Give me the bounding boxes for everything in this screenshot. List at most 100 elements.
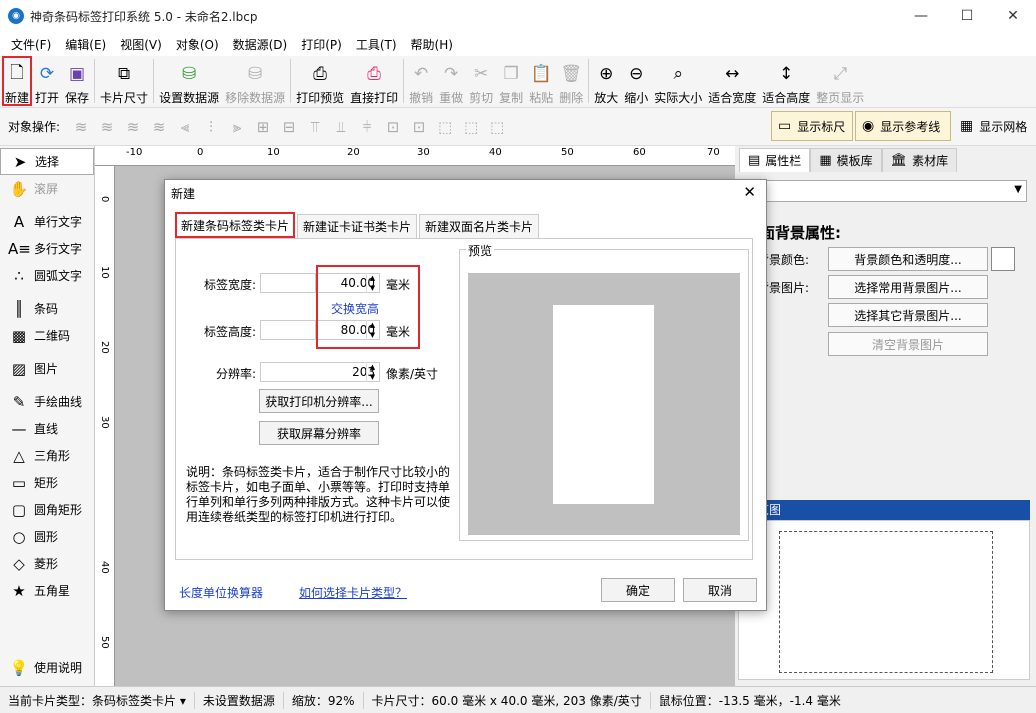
menu-datasource[interactable]: 数据源(D) <box>226 36 295 53</box>
same-height-icon[interactable]: ⊡ <box>406 114 432 140</box>
print-preview-button[interactable]: ⎙ 打印预览 <box>293 56 347 106</box>
common-bg-image-button[interactable]: 选择常用背景图片... <box>828 275 988 299</box>
unit-converter-link[interactable]: 长度单位换算器 <box>179 584 263 601</box>
tool-circle[interactable]: ○ 圆形 <box>0 523 94 550</box>
magnifier-icon: ⌕ <box>673 64 684 84</box>
menu-print[interactable]: 打印(P) <box>294 36 349 53</box>
delete-button[interactable]: 🗑 删除 <box>556 56 586 106</box>
menu-edit[interactable]: 编辑(E) <box>58 36 113 53</box>
grid-icon: ▦ <box>960 118 974 134</box>
same-width-icon[interactable]: ⊡ <box>380 114 406 140</box>
zoom-out-button[interactable]: ⊖ 缩小 <box>621 56 651 106</box>
align-middle-icon[interactable]: ⫫ <box>328 114 354 140</box>
card-type-status[interactable]: 当前卡片类型：条码标签类卡片 ▾ <box>0 691 195 709</box>
tool-arc-text[interactable]: ∴ 圆弧文字 <box>0 262 94 289</box>
fit-page-button[interactable]: ⤢ 整页显示 <box>813 56 867 106</box>
distribute-v-icon[interactable]: ⊟ <box>276 114 302 140</box>
show-ruler-toggle[interactable]: ▭ 显示标尺 <box>771 111 853 141</box>
tool-freehand[interactable]: ✎ 手绘曲线 <box>0 388 94 415</box>
maximize-button[interactable]: ☐ <box>944 0 990 32</box>
tool-rectangle[interactable]: ▭ 矩形 <box>0 469 94 496</box>
set-datasource-button[interactable]: ⛁ 设置数据源 <box>156 56 222 106</box>
layer-up-icon[interactable]: ≋ <box>68 114 94 140</box>
tool-select[interactable]: ➤ 选择 <box>0 148 94 175</box>
copy-button[interactable]: ❐ 复制 <box>496 56 526 106</box>
ok-button[interactable]: 确定 <box>601 578 675 602</box>
menu-view[interactable]: 视图(V) <box>113 36 169 53</box>
close-button[interactable]: ✕ <box>990 0 1036 32</box>
tab-business-card[interactable]: 新建双面名片类卡片 <box>419 214 540 238</box>
actual-size-button[interactable]: ⌕ 实际大小 <box>651 56 705 106</box>
height-field-left[interactable] <box>260 320 316 340</box>
tool-barcode[interactable]: ║ 条码 <box>0 295 94 322</box>
width-field-left[interactable] <box>260 273 316 293</box>
cancel-button[interactable]: 取消 <box>683 578 757 602</box>
cut-button[interactable]: ✂ 剪切 <box>466 56 496 106</box>
align-right-icon[interactable]: ⫸ <box>224 114 250 140</box>
redo-button[interactable]: ↷ 重做 <box>436 56 466 106</box>
height-label: 标签高度: <box>203 325 256 339</box>
tab-templates[interactable]: ▦ 模板库 <box>810 148 882 172</box>
card-size-button[interactable]: ⧉ 卡片尺寸 <box>97 56 151 106</box>
tab-barcode-label-card[interactable]: 新建条码标签类卡片 <box>175 212 296 238</box>
image-icon: ▨ <box>11 359 27 378</box>
menu-object[interactable]: 对象(O) <box>169 36 226 53</box>
tab-materials[interactable]: 🏛 素材库 <box>881 148 958 172</box>
fit-height-button[interactable]: ↕ 适合高度 <box>759 56 813 106</box>
bg-color-swatch[interactable] <box>991 247 1015 271</box>
group-icon[interactable]: ⬚ <box>432 114 458 140</box>
undo-button[interactable]: ↶ 撤销 <box>406 56 436 106</box>
tool-single-text[interactable]: A 单行文字 <box>0 208 94 235</box>
open-button[interactable]: ⟳ 打开 <box>32 56 62 106</box>
help-button[interactable]: 💡 使用说明 <box>0 654 94 681</box>
minimize-button[interactable]: — <box>898 0 944 32</box>
tool-pan[interactable]: ✋ 滚屏 <box>0 175 94 202</box>
tool-qrcode[interactable]: ▩ 二维码 <box>0 322 94 349</box>
new-button[interactable]: 🗋 新建 <box>2 56 33 106</box>
dialog-title: 新建 <box>171 186 196 201</box>
dpi-spinner[interactable]: ▲ ▼ <box>366 362 378 382</box>
align-left-icon[interactable]: ⫷ <box>172 114 198 140</box>
ruler-icon: ▭ <box>778 118 792 134</box>
fit-width-button[interactable]: ↔ 适合宽度 <box>705 56 759 106</box>
dialog-close-icon[interactable]: ✕ <box>743 183 756 201</box>
tool-line[interactable]: — 直线 <box>0 415 94 442</box>
object-selector[interactable]: ▼ <box>739 180 1027 202</box>
layer-down-icon[interactable]: ≋ <box>120 114 146 140</box>
dpi-input[interactable]: 203 <box>260 362 380 382</box>
clear-bg-image-button[interactable]: 清空背景图片 <box>828 332 988 356</box>
tool-image[interactable]: ▨ 图片 <box>0 355 94 382</box>
tool-diamond[interactable]: ◇ 菱形 <box>0 550 94 577</box>
align-bottom-icon[interactable]: ⫩ <box>354 114 380 140</box>
bg-color-button[interactable]: 背景颜色和透明度... <box>828 247 988 271</box>
line-icon: — <box>11 419 27 438</box>
get-screen-dpi-button[interactable]: 获取屏幕分辨率 <box>259 421 379 445</box>
show-grid-toggle[interactable]: ▦ 显示网格 <box>953 111 1035 141</box>
direct-print-button[interactable]: ⎙ 直接打印 <box>347 56 401 106</box>
align-center-icon[interactable]: ⫶ <box>198 114 224 140</box>
tab-certificate-card[interactable]: 新建证卡证书类卡片 <box>297 214 418 238</box>
other-bg-image-button[interactable]: 选择其它背景图片... <box>828 303 988 327</box>
menu-file[interactable]: 文件(F) <box>4 36 58 53</box>
tool-rounded-rect[interactable]: ▢ 圆角矩形 <box>0 496 94 523</box>
card-size-status: 卡片尺寸：60.0 毫米 x 40.0 毫米, 203 像素/英寸 <box>364 691 651 709</box>
lock-icon[interactable]: ⬚ <box>484 114 510 140</box>
tool-multi-text[interactable]: A≡ 多行文字 <box>0 235 94 262</box>
remove-datasource-button[interactable]: ⛁ 移除数据源 <box>222 56 288 106</box>
menu-help[interactable]: 帮助(H) <box>404 36 460 53</box>
tool-triangle[interactable]: △ 三角形 <box>0 442 94 469</box>
distribute-h-icon[interactable]: ⊞ <box>250 114 276 140</box>
ungroup-icon[interactable]: ⬚ <box>458 114 484 140</box>
align-top-icon[interactable]: ⫪ <box>302 114 328 140</box>
get-printer-dpi-button[interactable]: 获取打印机分辨率... <box>259 389 379 413</box>
tool-star[interactable]: ★ 五角星 <box>0 577 94 604</box>
paste-button[interactable]: 📋 粘贴 <box>526 56 556 106</box>
show-guides-toggle[interactable]: ◉ 显示参考线 <box>855 111 951 141</box>
layer-top-icon[interactable]: ≋ <box>94 114 120 140</box>
how-to-choose-link[interactable]: 如何选择卡片类型？ <box>299 584 407 601</box>
menu-tools[interactable]: 工具(T) <box>349 36 404 53</box>
zoom-in-button[interactable]: ⊕ 放大 <box>591 56 621 106</box>
tab-properties[interactable]: ▤ 属性栏 <box>739 148 811 172</box>
layer-bottom-icon[interactable]: ≋ <box>146 114 172 140</box>
save-button[interactable]: ▣ 保存 <box>62 56 92 106</box>
